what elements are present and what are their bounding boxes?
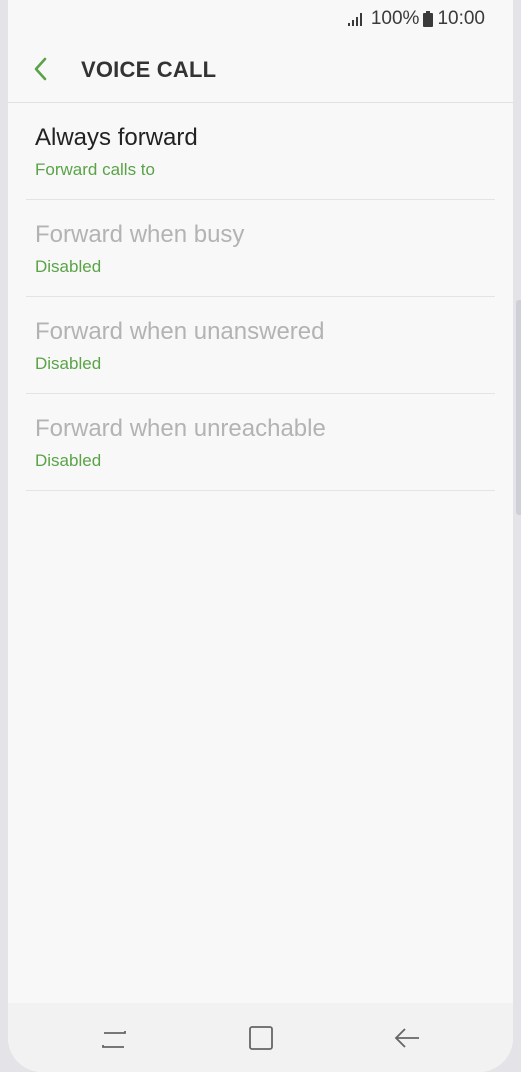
- home-button[interactable]: [241, 1023, 281, 1055]
- status-indicators: 100% 10:00: [347, 7, 485, 31]
- item-label: Forward when unanswered: [35, 318, 325, 345]
- status-bar: 100% 10:00: [8, 0, 513, 38]
- home-icon: [249, 1026, 273, 1050]
- clock: 10:00: [437, 8, 485, 29]
- item-subtitle: Disabled: [35, 451, 102, 470]
- app-bar: VOICE CALL: [8, 40, 513, 103]
- battery-icon: [423, 11, 434, 27]
- item-label: Forward when unreachable: [35, 415, 326, 442]
- back-icon: [394, 1028, 419, 1048]
- item-subtitle: Forward calls to: [35, 160, 155, 179]
- list-item-forward-when-unreachable[interactable]: Forward when unreachable Disabled: [26, 394, 495, 491]
- recents-icon: [102, 1031, 126, 1048]
- back-button[interactable]: [28, 54, 54, 84]
- list-item-always-forward[interactable]: Always forward Forward calls to: [26, 103, 495, 200]
- recents-button[interactable]: [94, 1023, 134, 1055]
- forwarding-options-list: Always forward Forward calls to Forward …: [26, 103, 495, 491]
- back-nav-button[interactable]: [388, 1023, 428, 1055]
- page-title: VOICE CALL: [81, 57, 217, 82]
- navigation-bar: [8, 1003, 513, 1072]
- side-button: [516, 300, 521, 515]
- signal-icon: [347, 13, 362, 26]
- battery-percent: 100%: [370, 8, 420, 29]
- list-item-forward-when-busy[interactable]: Forward when busy Disabled: [26, 200, 495, 297]
- list-item-forward-when-unanswered[interactable]: Forward when unanswered Disabled: [26, 297, 495, 394]
- item-label: Always forward: [35, 124, 198, 151]
- chevron-left-icon: [34, 57, 47, 81]
- item-subtitle: Disabled: [35, 354, 102, 373]
- item-label: Forward when busy: [35, 221, 245, 248]
- item-subtitle: Disabled: [35, 257, 102, 276]
- phone-frame: 100% 10:00 VOICE CALL Always forward For…: [0, 0, 521, 1072]
- screen: 100% 10:00 VOICE CALL Always forward For…: [8, 0, 513, 1072]
